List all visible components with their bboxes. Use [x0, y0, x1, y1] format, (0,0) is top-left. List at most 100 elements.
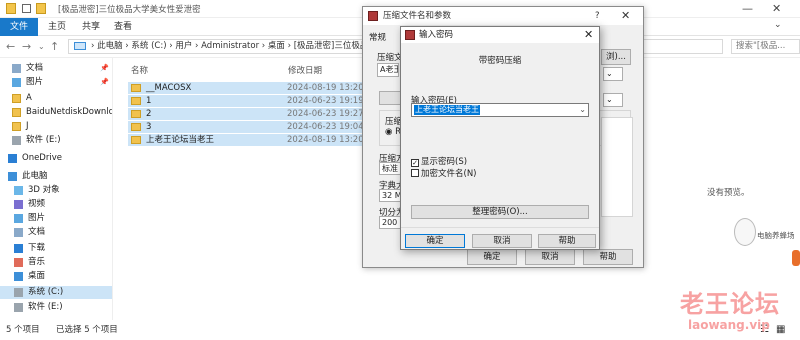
sidebar-item[interactable]: 桌面 — [0, 270, 112, 283]
sidebar-item[interactable]: 文档 — [0, 226, 112, 239]
ok-button[interactable]: 确定 — [405, 234, 465, 248]
file-modified-date: 2024-08-19 13:20 — [287, 135, 364, 145]
pin-icon[interactable]: 📌 — [100, 76, 109, 89]
help-button[interactable]: 帮助 — [538, 234, 596, 248]
sidebar-item[interactable]: 系统 (C:) — [0, 286, 112, 299]
close-icon[interactable]: ✕ — [772, 2, 781, 15]
tiles-view-icon[interactable]: ▦ — [776, 320, 785, 340]
sidebar-item-label: 文档 — [28, 227, 46, 237]
checkbox-icon[interactable] — [22, 4, 31, 13]
picture-icon — [12, 78, 21, 87]
folder-icon — [12, 122, 21, 131]
sidebar-item[interactable]: 下载 — [0, 242, 112, 255]
dialog-heading: 带密码压缩 — [478, 56, 522, 66]
dictionary-field[interactable]: 32 MB — [379, 189, 401, 202]
encrypt-names-label: 加密文件名(N) — [421, 169, 477, 179]
folder-icon — [131, 84, 141, 92]
up-arrow-icon[interactable]: ↑ — [50, 40, 59, 53]
file-name: 2 — [146, 109, 152, 119]
archive-dialog-titlebar: 压缩文件名和参数 ? ✕ — [363, 7, 643, 25]
password-input[interactable]: 上老王论坛当老王 ⌄ — [411, 103, 589, 117]
file-name: 1 — [146, 96, 152, 106]
preview-pane-text: 没有预览。 — [707, 188, 750, 198]
sidebar-item[interactable]: J — [0, 120, 112, 133]
sidebar-item[interactable]: 软件 (E:) — [0, 301, 112, 314]
minimize-icon[interactable]: — — [742, 2, 753, 15]
file-name: 3 — [146, 122, 152, 132]
show-password-checkbox[interactable]: ✓ 显示密码(S) — [411, 155, 467, 167]
cancel-button[interactable]: 取消 — [525, 249, 575, 265]
back-arrow-icon[interactable]: ← — [6, 40, 15, 53]
browse-button[interactable]: 浏)... — [601, 49, 631, 65]
sidebar-item-label: A — [26, 93, 32, 103]
navigation-pane: 文档 📌 图片 📌 A BaiduNetdiskDownlc J 软件 (E:) OneDriv… — [0, 58, 113, 320]
pane-divider[interactable] — [112, 58, 113, 320]
cancel-button[interactable]: 取消 — [472, 234, 532, 248]
close-icon[interactable]: ✕ — [584, 27, 593, 43]
close-icon[interactable]: ✕ — [621, 7, 630, 25]
computer-icon — [8, 172, 17, 181]
drive-icon — [14, 303, 23, 312]
profile-button[interactable] — [379, 91, 401, 105]
password-dialog: 输入密码 ✕ 带密码压缩 输入密码(E) 上老王论坛当老王 ⌄ ✓ 显示密码(S)… — [400, 26, 600, 250]
search-input[interactable]: 搜索"[极品... — [731, 39, 800, 54]
tab-file[interactable]: 文件 — [0, 18, 39, 36]
document-icon — [12, 64, 21, 73]
split-field[interactable]: 200 — [379, 216, 401, 229]
file-name: __MACOSX — [146, 83, 192, 93]
sidebar-item[interactable]: A — [0, 92, 112, 105]
sidebar-item-label: 音乐 — [28, 257, 46, 267]
chevron-down-icon[interactable]: ⌄ — [603, 93, 623, 107]
sidebar-item-label: 桌面 — [28, 271, 46, 281]
chevron-down-icon[interactable]: ⌄ — [774, 20, 782, 30]
folder-icon — [12, 94, 21, 103]
sidebar-item[interactable]: 音乐 — [0, 256, 112, 269]
folder-icon — [131, 136, 141, 144]
password-dialog-title: 输入密码 — [419, 30, 454, 40]
sidebar-item[interactable]: BaiduNetdiskDownlc — [0, 106, 113, 119]
file-row[interactable]: 2 2024-06-23 19:27 — [128, 108, 378, 120]
pin-icon[interactable]: 📌 — [100, 62, 109, 75]
sidebar-item[interactable]: 软件 (E:) — [0, 134, 112, 147]
column-header-modified[interactable]: 修改日期 — [288, 64, 322, 76]
sidebar-item[interactable]: 文档 📌 — [0, 62, 112, 75]
sidebar-item-label: 图片 — [26, 77, 44, 87]
winrar-icon — [368, 11, 378, 21]
options-panel — [601, 117, 633, 217]
download-icon — [14, 244, 23, 253]
file-row[interactable]: 3 2024-06-23 19:04 — [128, 121, 378, 133]
sidebar-item[interactable]: 图片 — [0, 212, 112, 225]
watermark-logo: 老王论坛 — [680, 289, 780, 318]
password-value: 上老王论坛当老王 — [414, 105, 480, 115]
drive-icon — [12, 136, 21, 145]
method-field[interactable]: 标准 — [379, 162, 401, 175]
sidebar-item[interactable]: 此电脑 — [0, 170, 112, 183]
tab-general[interactable]: 常规 — [369, 31, 386, 43]
sidebar-item[interactable]: 视频 — [0, 198, 112, 211]
help-button[interactable]: 帮助 — [583, 249, 633, 265]
sidebar-item[interactable]: OneDrive — [0, 152, 112, 165]
archive-dialog-title: 压缩文件名和参数 — [383, 11, 452, 21]
file-row[interactable]: __MACOSX 2024-08-19 13:20 — [128, 82, 378, 94]
document-icon — [14, 228, 23, 237]
chevron-down-icon[interactable]: ⌄ — [38, 42, 45, 51]
help-mark[interactable]: ? — [595, 7, 600, 25]
ok-button[interactable]: 确定 — [467, 249, 517, 265]
file-row[interactable]: 1 2024-06-23 19:19 — [128, 95, 378, 107]
sidebar-item[interactable]: 图片 📌 — [0, 76, 112, 89]
column-header-name[interactable]: 名称 — [131, 64, 148, 76]
tab-home[interactable]: 主页 — [38, 18, 76, 36]
folder-icon — [131, 110, 141, 118]
file-row[interactable]: 上老王论坛当老王 2024-08-19 13:20 — [128, 134, 378, 146]
chevron-down-icon[interactable]: ⌄ — [579, 105, 586, 114]
sidebar-item[interactable]: 3D 对象 — [0, 184, 112, 197]
chevron-down-icon[interactable]: ⌄ — [603, 67, 623, 81]
checkbox-checked-icon: ✓ — [411, 159, 419, 167]
organize-passwords-button[interactable]: 整理密码(O)... — [411, 205, 589, 219]
archive-name-field[interactable]: A老王 — [377, 63, 399, 77]
forward-arrow-icon[interactable]: → — [22, 40, 31, 53]
sidebar-item-label: 软件 (E:) — [26, 135, 61, 145]
side-widget-icon[interactable] — [792, 250, 800, 266]
tab-view[interactable]: 查看 — [104, 18, 142, 36]
encrypt-names-checkbox[interactable]: 加密文件名(N) — [411, 167, 477, 179]
